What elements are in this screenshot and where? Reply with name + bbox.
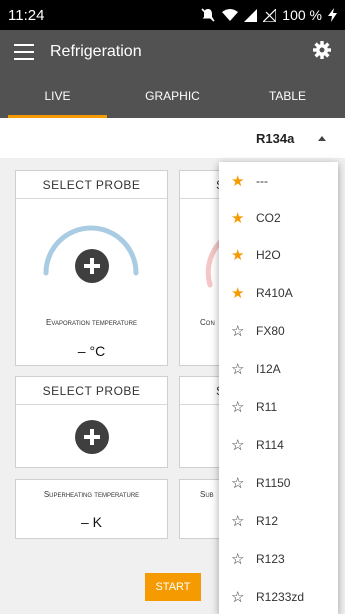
subcooling-label: Sub [200,490,214,499]
dropdown-option[interactable]: ☆ I12A [219,350,338,387]
dropdown-option[interactable]: ☆ R1233zd [219,578,338,614]
dropdown-option[interactable]: ☆ FX80 [219,312,338,349]
dropdown-option[interactable]: ☆ R1150 [219,464,338,501]
refrigeration-screen: 11:24 100 % Refrigeration LIVE GRAPHIC T… [0,0,345,614]
star-filled-icon[interactable]: ★ [231,246,244,264]
star-outline-icon[interactable]: ☆ [231,512,244,530]
dropdown-option[interactable]: ☆ R123 [219,540,338,577]
tab-graphic[interactable]: GRAPHIC [115,74,230,118]
signal-icon [244,8,258,22]
star-outline-icon[interactable]: ☆ [231,588,244,606]
status-bar: 11:24 100 % [0,0,345,30]
wifi-icon [222,9,239,21]
hamburger-menu-icon[interactable] [14,44,34,60]
superheating-reading: – K [80,514,102,530]
star-outline-icon[interactable]: ☆ [231,474,244,492]
tab-bar: LIVE GRAPHIC TABLE [0,74,345,118]
select-probe-header[interactable]: SELECT PROBE [16,171,167,199]
star-outline-icon[interactable]: ☆ [231,322,244,340]
star-outline-icon[interactable]: ☆ [231,436,244,454]
evaporation-label: Evaporation temperature [46,318,137,327]
dropdown-option[interactable]: ★ R410A [219,274,338,311]
dropdown-option[interactable]: ★ --- [219,162,338,199]
dropdown-option[interactable]: ☆ R114 [219,426,338,463]
battery-level: 100 % [282,7,322,23]
dropdown-option[interactable]: ★ H2O [219,236,338,273]
status-time: 11:24 [8,6,45,24]
charging-icon [328,8,337,22]
dropdown-option[interactable]: ☆ R12 [219,502,338,539]
condensation-label: Con [200,318,215,327]
tab-live[interactable]: LIVE [0,74,115,118]
refrigerant-selector[interactable]: R134a [0,118,345,158]
star-filled-icon[interactable]: ★ [231,172,244,190]
refrigerant-dropdown: ★ --- ★ CO2 ★ H2O ★ R410A ☆ FX80 ☆ I12A ☆ R11 ☆… [219,162,338,614]
star-outline-icon[interactable]: ☆ [231,360,244,378]
dropdown-option[interactable]: ☆ R11 [219,388,338,425]
star-outline-icon[interactable]: ☆ [231,550,244,568]
star-filled-icon[interactable]: ★ [231,209,244,227]
mute-bell-icon [201,8,215,22]
evaporation-reading: – °C [77,343,106,359]
superheating-card: Superheating temperature – K [15,479,168,539]
chevron-up-icon[interactable] [318,136,326,141]
superheat-probe-card: SELECT PROBE [15,376,168,468]
dropdown-option[interactable]: ★ CO2 [219,199,338,236]
tab-table[interactable]: TABLE [230,74,345,118]
no-signal-icon [263,8,277,22]
star-outline-icon[interactable]: ☆ [231,398,244,416]
add-probe-plus-icon[interactable] [75,420,109,454]
gear-icon[interactable] [313,40,331,64]
app-bar: Refrigeration [0,30,345,74]
page-title: Refrigeration [50,43,142,60]
select-probe-header[interactable]: SELECT PROBE [16,377,167,405]
superheating-label: Superheating temperature [43,490,140,499]
add-probe-plus-icon[interactable] [75,249,109,283]
evaporation-card: SELECT PROBE Evaporation temperature – °… [15,170,168,366]
star-filled-icon[interactable]: ★ [231,284,244,302]
status-icons: 100 % [200,7,337,23]
start-button[interactable]: START [145,573,201,601]
refrigerant-value: R134a [256,131,295,146]
